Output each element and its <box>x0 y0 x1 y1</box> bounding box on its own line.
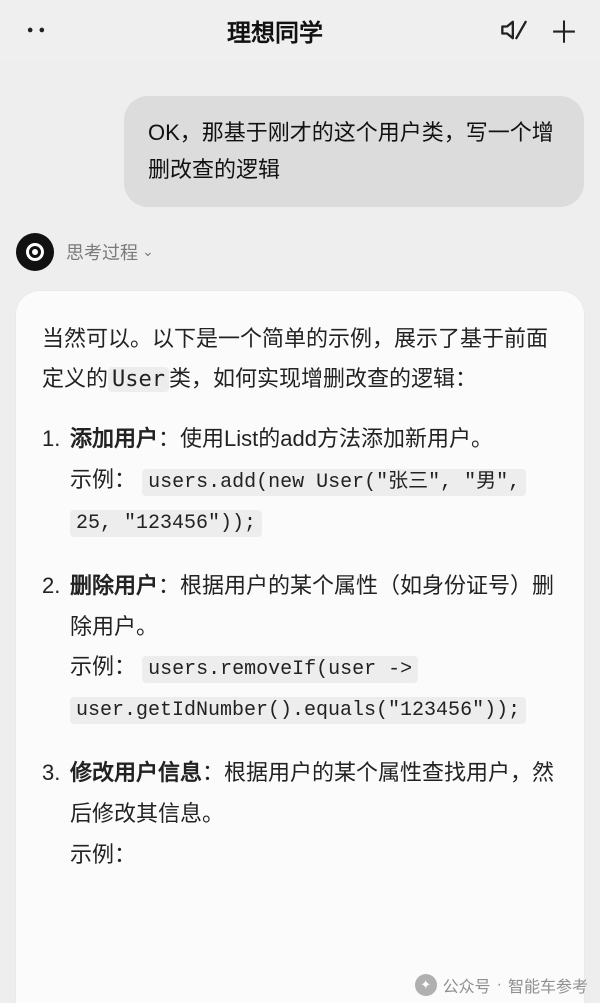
watermark-source-name: 智能车参考 <box>508 973 588 997</box>
user-message-bubble[interactable]: OK，那基于刚才的这个用户类，写一个增删改查的逻辑 <box>124 96 584 207</box>
intro-code-pill: User <box>108 367 169 392</box>
mute-button[interactable] <box>492 8 536 52</box>
code-snippet[interactable]: users.add(new User("张三", "男", 25, "12345… <box>70 469 526 537</box>
plus-icon: ＋ <box>549 8 579 52</box>
thinking-toggle[interactable]: 思考过程 ⌄ <box>66 239 154 265</box>
dots-horizontal-icon <box>22 16 50 44</box>
step-item-delete: 删除用户：根据用户的某个属性（如身份证号）删除用户。 示例： users.rem… <box>70 566 558 729</box>
example-label: 示例： <box>70 467 136 492</box>
step-item-update: 修改用户信息：根据用户的某个属性查找用户，然后修改其信息。 示例： <box>70 753 558 875</box>
more-menu-button[interactable] <box>14 8 58 52</box>
example-label: 示例： <box>70 654 136 679</box>
step-title: 添加用户 <box>70 426 158 451</box>
thinking-row: 思考过程 ⌄ <box>16 233 584 271</box>
thinking-label-text: 思考过程 <box>66 239 138 265</box>
assistant-intro: 当然可以。以下是一个简单的示例，展示了基于前面定义的User类，如何实现增删改查… <box>42 319 558 401</box>
step-title: 修改用户信息 <box>70 760 202 785</box>
steps-list: 添加用户：使用List的add方法添加新用户。 示例： users.add(ne… <box>42 419 558 875</box>
page-title: 理想同学 <box>227 13 323 48</box>
assistant-message-card: 当然可以。以下是一个简单的示例，展示了基于前面定义的User类，如何实现增删改查… <box>16 291 584 1003</box>
new-chat-button[interactable]: ＋ <box>542 8 586 52</box>
wechat-icon: ✦ <box>415 974 437 996</box>
step-desc: ：使用List的add方法添加新用户。 <box>158 426 493 451</box>
user-message-row: OK，那基于刚才的这个用户类，写一个增删改查的逻辑 <box>16 96 584 207</box>
watermark-source-label: 公众号 <box>443 973 491 997</box>
chevron-down-icon: ⌄ <box>142 243 154 260</box>
code-snippet[interactable]: users.removeIf(user -> user.getIdNumber(… <box>70 656 526 724</box>
intro-text-after: 类，如何实现增删改查的逻辑： <box>169 366 477 391</box>
chat-area: OK，那基于刚才的这个用户类，写一个增删改查的逻辑 思考过程 ⌄ 当然可以。以下… <box>0 60 600 1003</box>
speaker-muted-icon <box>500 16 528 44</box>
example-label: 示例： <box>70 842 136 867</box>
app-header: 理想同学 ＋ <box>0 0 600 60</box>
step-item-add: 添加用户：使用List的add方法添加新用户。 示例： users.add(ne… <box>70 419 558 542</box>
avatar-eye-icon <box>26 243 44 261</box>
assistant-avatar <box>16 233 54 271</box>
watermark-dot: · <box>497 976 502 994</box>
source-watermark: ✦ 公众号 · 智能车参考 <box>411 971 592 999</box>
step-title: 删除用户 <box>70 573 158 598</box>
